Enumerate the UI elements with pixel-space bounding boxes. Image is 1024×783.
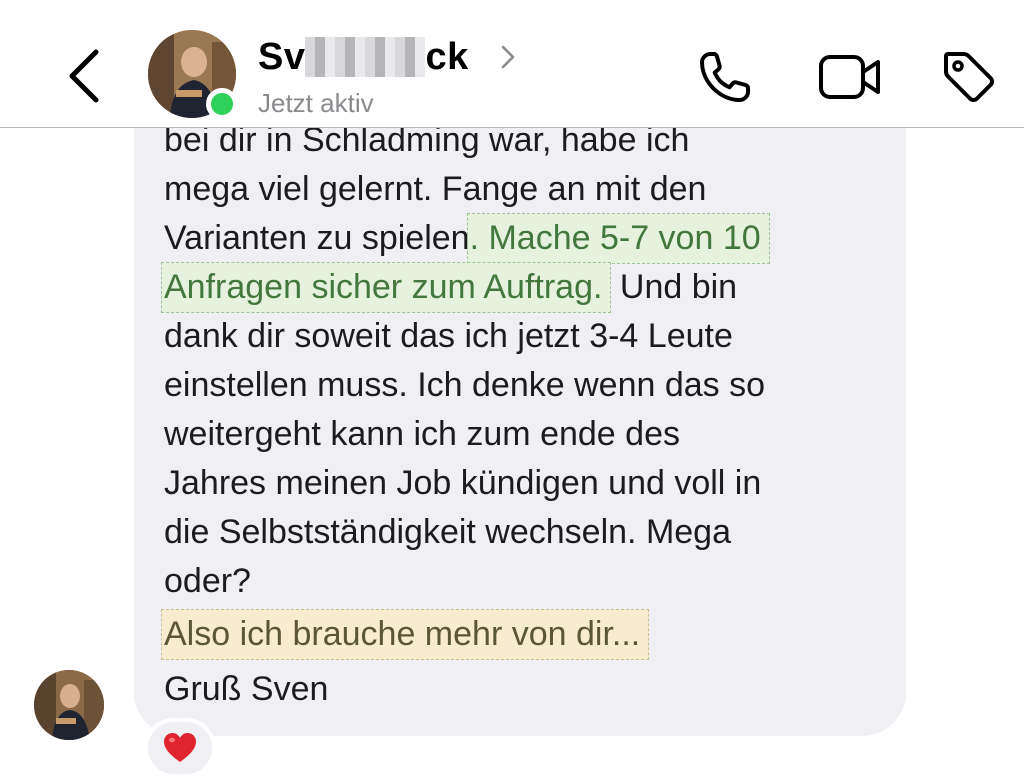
message-line: weitergeht kann ich zum ende des — [164, 415, 680, 453]
message-line: Also ich brauche mehr von dir... — [160, 609, 884, 660]
contact-name[interactable]: Sv ck — [258, 36, 469, 79]
heart-icon — [164, 733, 196, 762]
message-line: mega viel gelernt. Fange an mit den — [164, 170, 707, 208]
chat-header: Sv ck Jetzt aktiv — [0, 0, 1024, 128]
video-call-icon[interactable] — [818, 48, 882, 106]
highlight-green: . Mache 5-7 von 10 — [466, 213, 770, 264]
tag-icon[interactable] — [940, 48, 998, 106]
online-status-dot — [206, 88, 238, 120]
reaction-heart[interactable] — [144, 718, 216, 778]
message-line: einstellen muss. Ich denke wenn das so — [164, 366, 766, 404]
avatar-photo — [34, 670, 104, 740]
sender-avatar[interactable] — [34, 670, 104, 740]
message-text-segment: Und bin — [610, 268, 738, 306]
message-line: Gruß Sven — [164, 670, 329, 708]
message-line: die Selbstständigkeit wechseln. Mega — [164, 513, 731, 551]
highlight-yellow: Also ich brauche mehr von dir... — [160, 609, 650, 660]
presence-status: Jetzt aktiv — [258, 88, 374, 118]
message-line: dank dir soweit das ich jetzt 3-4 Leute — [164, 317, 733, 355]
message-line: Jahres meinen Job kündigen und voll in — [164, 464, 762, 502]
phone-call-icon[interactable] — [696, 48, 754, 106]
back-chevron-icon[interactable] — [62, 46, 106, 106]
message-text-segment: Varianten zu spielen — [164, 219, 470, 257]
contact-name-end: ck — [425, 36, 469, 78]
message-line: Varianten zu spielen. Mache 5-7 von 10 — [164, 213, 884, 264]
highlight-green: Anfragen sicher zum Auftrag. — [160, 262, 612, 313]
chevron-right-icon[interactable] — [500, 44, 516, 70]
contact-name-start: Sv — [258, 36, 306, 78]
message-text: bei dir in Schladming war, habe ich mega… — [160, 116, 884, 714]
name-pixelated-redaction — [305, 37, 426, 77]
message-line: Anfragen sicher zum Auftrag. Und bin — [160, 262, 884, 313]
message-line: oder? — [164, 562, 251, 600]
